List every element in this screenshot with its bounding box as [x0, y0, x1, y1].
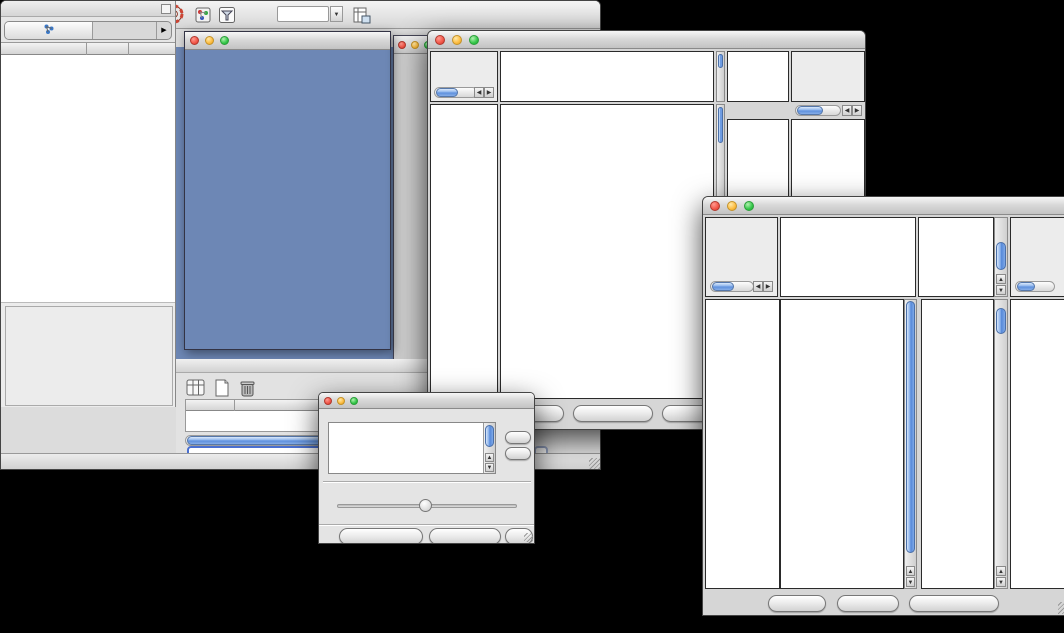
gene-list-panel	[1010, 299, 1064, 589]
scroll-left-arrow[interactable]: ◀	[842, 105, 852, 116]
birdseye-view-canvas[interactable]	[5, 306, 173, 406]
create-vizmap-button[interactable]	[429, 528, 501, 544]
network1-title	[275, 35, 301, 46]
minimize-button[interactable]	[452, 35, 462, 45]
map-colors-dialog: ▲ ▼	[318, 392, 535, 544]
scroll-down-arrow[interactable]: ▼	[996, 577, 1006, 587]
data-panel-title	[176, 364, 184, 375]
heatmap-vscroll[interactable]: ▲ ▼	[904, 299, 917, 589]
attribute-listbox[interactable]: ▲ ▼	[328, 422, 496, 474]
minimize-button[interactable]	[411, 41, 419, 49]
resize-grip[interactable]	[524, 533, 533, 542]
zoom-button[interactable]	[744, 201, 754, 211]
global-heatmap-canvas[interactable]	[501, 105, 713, 398]
attribute-select-icon[interactable]	[185, 378, 207, 398]
global-heatmap-canvas[interactable]	[781, 300, 903, 588]
zoom-heatmap-canvas[interactable]	[730, 122, 776, 168]
settings-button[interactable]	[768, 595, 826, 612]
view-status-hscroll[interactable]	[710, 281, 754, 292]
scroll-right-arrow[interactable]: ▶	[484, 87, 494, 98]
export-graphics-button[interactable]	[909, 595, 999, 612]
close-button[interactable]	[435, 35, 445, 45]
control-panel-title	[1, 6, 5, 17]
annotation-icon[interactable]	[193, 5, 213, 25]
scroll-right-arrow[interactable]: ▶	[763, 281, 773, 292]
control-panel: ▶	[1, 1, 176, 407]
minimize-button[interactable]	[205, 36, 214, 45]
usage-hints-panel	[1010, 217, 1064, 297]
usage-hints-hscroll[interactable]	[1015, 281, 1055, 292]
column-tree-panel	[780, 217, 916, 297]
treeview1-titlebar[interactable]	[428, 31, 865, 49]
network-table-header	[1, 42, 175, 55]
network-tab-icon	[44, 24, 54, 34]
export-graphics-button[interactable]	[573, 405, 653, 422]
control-panel-tabs: ▶	[4, 21, 172, 40]
animation-slider-thumb[interactable]	[419, 499, 432, 512]
zoom-heatmap-canvas[interactable]	[922, 300, 993, 588]
scroll-down-arrow[interactable]: ▼	[906, 577, 915, 587]
scroll-left-arrow[interactable]: ◀	[753, 281, 763, 292]
array-labels-panel	[727, 51, 789, 102]
zoom-panel-hscroll[interactable]	[795, 105, 841, 116]
zoom-button[interactable]	[220, 36, 229, 45]
birdseye-panel	[1, 303, 175, 407]
network-view-window-1	[184, 31, 391, 350]
search-dropdown-button[interactable]: ▼	[330, 6, 343, 22]
close-button[interactable]	[324, 397, 332, 405]
close-button[interactable]	[710, 201, 720, 211]
scroll-up-arrow[interactable]: ▲	[485, 453, 494, 462]
search-input[interactable]	[277, 6, 329, 22]
list-vscroll[interactable]: ▲ ▼	[483, 423, 495, 473]
column-dendrogram-canvas[interactable]	[501, 52, 713, 101]
array-labels-panel	[918, 217, 994, 297]
zoom-vscroll[interactable]: ▲ ▼	[994, 299, 1008, 589]
scroll-up-arrow[interactable]: ▲	[996, 274, 1006, 284]
usage-hints-panel	[791, 51, 865, 102]
network-view-canvas[interactable]	[185, 50, 390, 350]
close-button[interactable]	[190, 36, 199, 45]
import-table-icon[interactable]	[351, 5, 371, 25]
dialog-titlebar[interactable]	[319, 393, 534, 409]
minimize-button[interactable]	[727, 201, 737, 211]
float-panel-icon[interactable]	[161, 4, 171, 14]
resize-grip[interactable]	[589, 458, 601, 470]
network-list-empty-area	[1, 107, 175, 303]
animate-vizmap-button[interactable]	[339, 528, 423, 544]
minimize-button[interactable]	[337, 397, 345, 405]
array-labels-vscroll[interactable]: ▲ ▼	[994, 217, 1008, 297]
filter-icon[interactable]	[217, 5, 237, 25]
tab-overflow-arrow[interactable]: ▶	[157, 22, 171, 39]
scroll-right-arrow[interactable]: ▶	[852, 105, 862, 116]
tab-network[interactable]	[5, 22, 93, 39]
scroll-down-arrow[interactable]: ▼	[996, 285, 1006, 295]
move-up-button[interactable]	[505, 431, 531, 444]
column-tree-scrollbar[interactable]	[716, 51, 725, 102]
scroll-up-arrow[interactable]: ▲	[906, 566, 915, 576]
row-dendrogram-canvas[interactable]	[706, 300, 779, 588]
view-status-panel: ◀ ▶	[430, 51, 498, 102]
view-status-panel: ◀ ▶	[705, 217, 778, 297]
zoom-button[interactable]	[469, 35, 479, 45]
scroll-left-arrow[interactable]: ◀	[474, 87, 484, 98]
network1-titlebar[interactable]	[185, 32, 390, 50]
close-button[interactable]	[398, 41, 406, 49]
scroll-down-arrow[interactable]: ▼	[485, 463, 494, 472]
zoom-button[interactable]	[350, 397, 358, 405]
new-attribute-icon[interactable]	[211, 378, 233, 398]
treeview-window-combined: ◀ ▶ ▲ ▼ ▲ ▼ ▲ ▼	[702, 196, 1064, 616]
scroll-up-arrow[interactable]: ▲	[996, 566, 1006, 576]
row-dendrogram-canvas[interactable]	[431, 105, 497, 398]
view-status-hscroll[interactable]	[434, 87, 478, 98]
treeview2-titlebar[interactable]	[703, 197, 1064, 215]
tab-vizmapper[interactable]	[93, 22, 157, 39]
resize-grip[interactable]	[1058, 602, 1064, 614]
save-data-button[interactable]	[837, 595, 899, 612]
network-table	[1, 55, 175, 107]
delete-attribute-icon[interactable]	[237, 378, 259, 398]
move-down-button[interactable]	[505, 447, 531, 460]
